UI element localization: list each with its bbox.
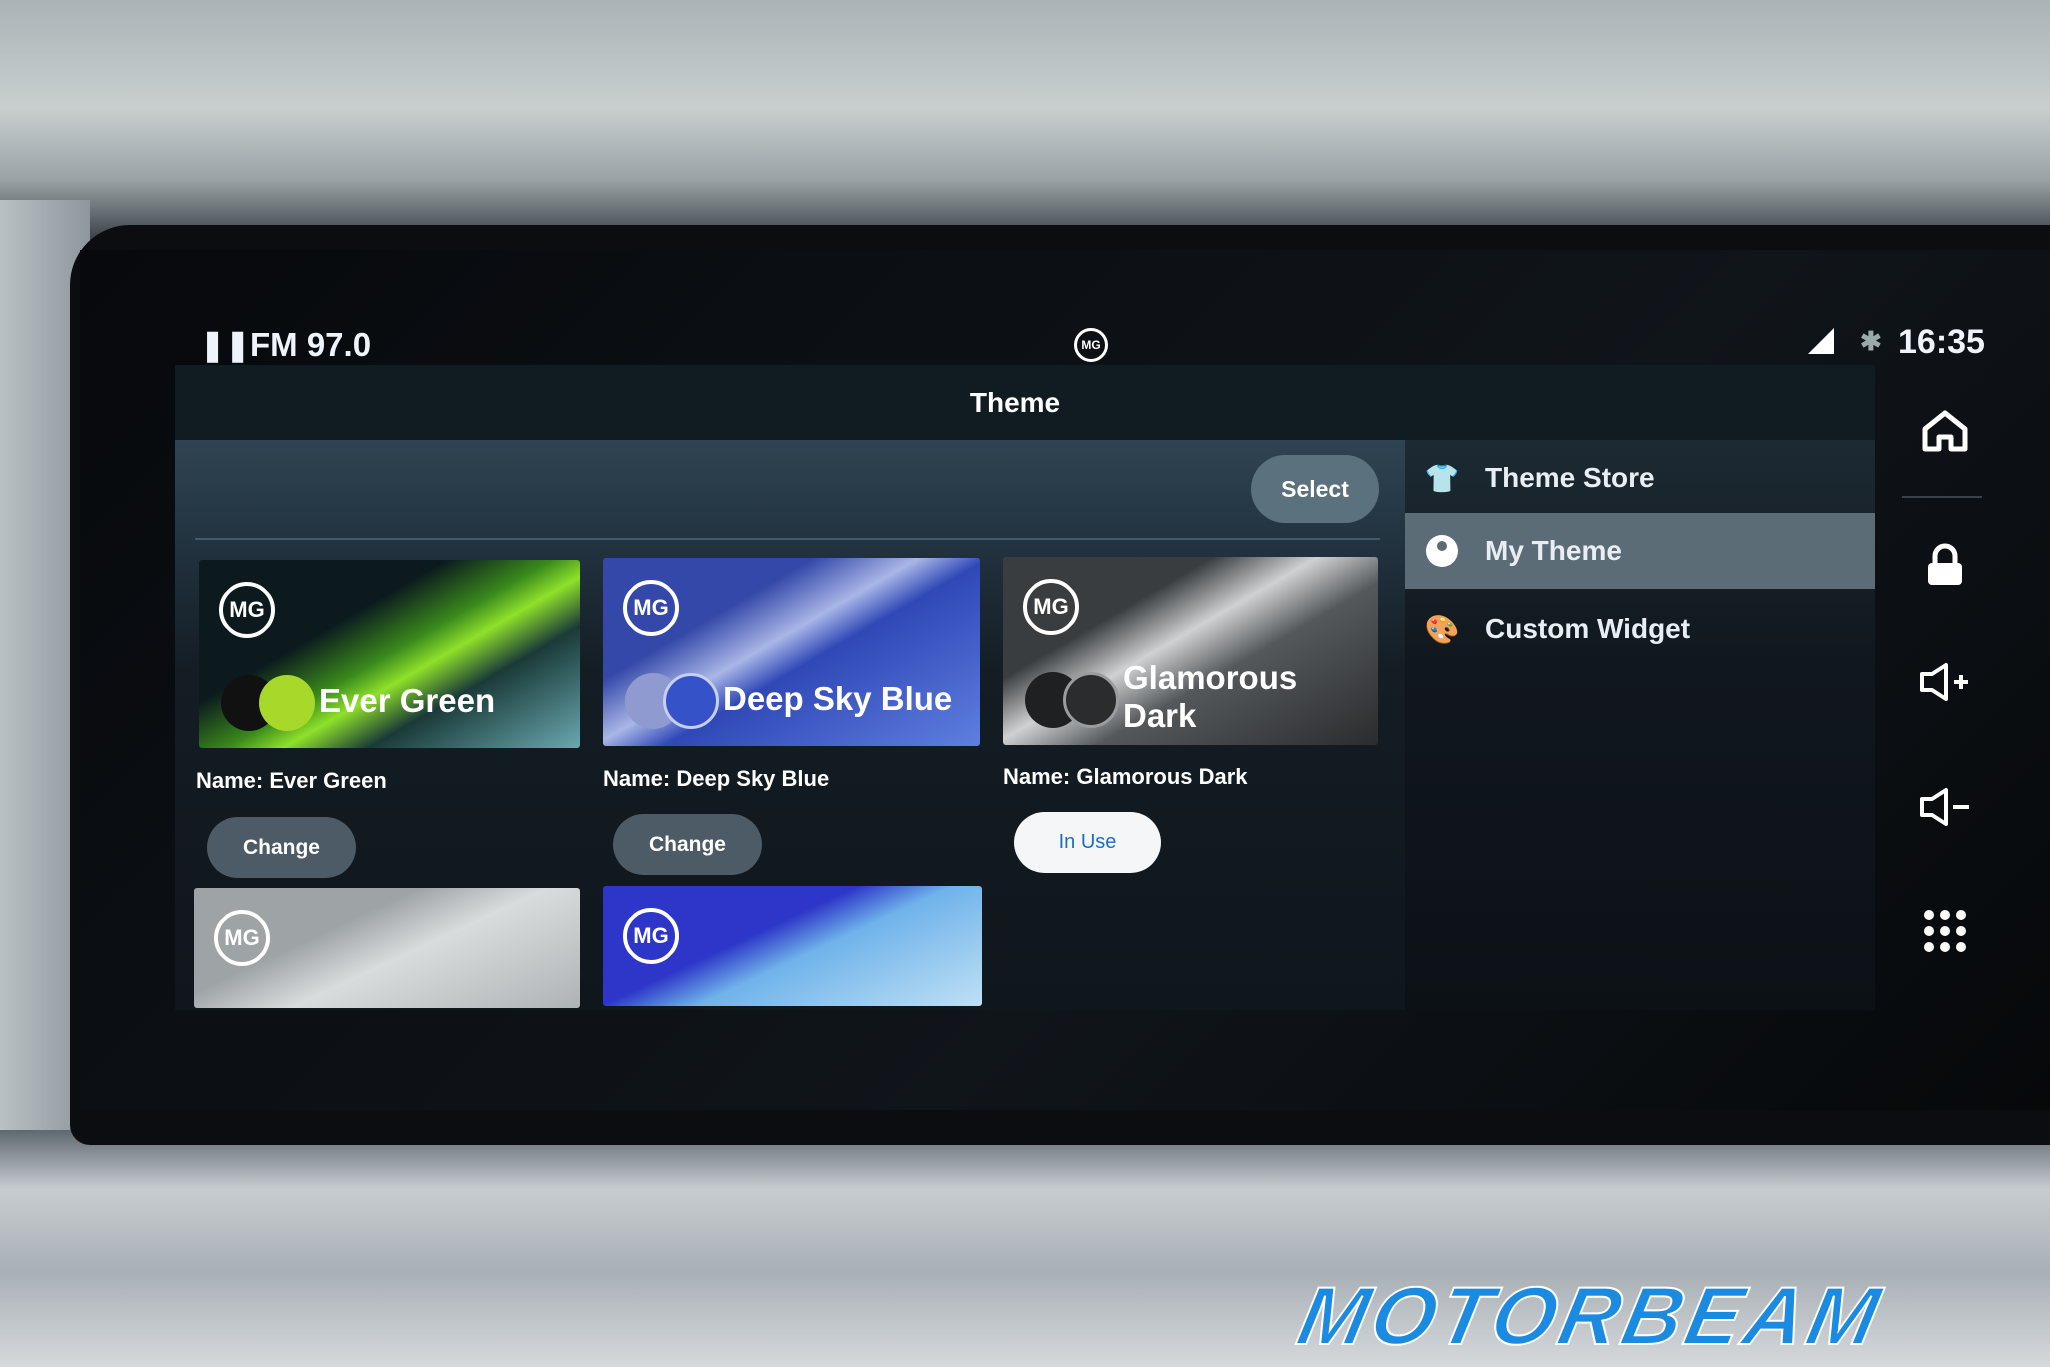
motorbeam-watermark: MOTORBEAM [1289, 1270, 1891, 1363]
user-circle-icon [1425, 534, 1459, 568]
menu-item-my-theme[interactable]: My Theme [1405, 513, 1875, 589]
theme-card-glamorous-dark[interactable]: MG Glamorous Dark [1003, 557, 1378, 745]
tshirt-icon: 👕 [1424, 462, 1460, 494]
clock: 16:35 [1898, 323, 1985, 361]
menu-item-custom-widget[interactable]: 🎨 Custom Widget [1405, 591, 1875, 667]
theme-card-title: Ever Green [319, 682, 496, 719]
lock-icon[interactable] [1915, 535, 1975, 595]
mg-logo: MG [623, 580, 679, 636]
palette-icon: 🎨 [1424, 613, 1460, 645]
side-menu: 👕 Theme Store My Theme 🎨 Custom Widget [1405, 440, 1875, 1010]
menu-item-label: Custom Widget [1485, 613, 1691, 644]
color-swatch [221, 675, 316, 731]
mg-logo: MG [623, 908, 679, 964]
bluetooth-icon: ✱ [1860, 326, 1882, 356]
system-rail [1890, 380, 2000, 1000]
menu-item-label: Theme Store [1485, 462, 1655, 493]
mg-logo: MG [1023, 579, 1079, 635]
mg-logo: MG [1074, 328, 1108, 362]
change-button[interactable]: Change [207, 817, 356, 878]
theme-name-label: Name: Glamorous Dark [1003, 764, 1248, 789]
mg-logo: MG [219, 582, 275, 638]
menu-item-theme-store[interactable]: 👕 Theme Store [1405, 440, 1875, 516]
page-title: Theme [175, 365, 1875, 440]
home-icon[interactable] [1915, 401, 1975, 461]
theme-card[interactable]: MG [603, 886, 982, 1006]
theme-name-label: Name: Ever Green [196, 768, 387, 793]
radio-station[interactable]: FM 97.0 [250, 326, 371, 364]
theme-card-title: Deep Sky Blue [723, 680, 953, 717]
select-button[interactable]: Select [1251, 455, 1379, 523]
divider [195, 538, 1380, 540]
change-button[interactable]: Change [613, 814, 762, 875]
pause-icon[interactable]: ❚❚ [200, 328, 250, 363]
theme-card-title: Glamorous Dark [1123, 659, 1298, 734]
volume-down-icon[interactable] [1915, 777, 1975, 837]
apps-grid-icon[interactable] [1915, 901, 1975, 961]
theme-card-deep-sky-blue[interactable]: MG Deep Sky Blue [603, 558, 980, 746]
mg-logo: MG [214, 910, 270, 966]
background-windshield [0, 0, 2050, 240]
rail-divider [1902, 496, 1982, 498]
in-use-button[interactable]: In Use [1014, 812, 1161, 873]
menu-item-label: My Theme [1485, 535, 1622, 566]
color-swatch [625, 673, 720, 729]
theme-card[interactable]: MG [194, 888, 580, 1008]
theme-name-label: Name: Deep Sky Blue [603, 766, 830, 791]
color-swatch [1025, 672, 1120, 728]
volume-up-icon[interactable] [1915, 652, 1975, 712]
theme-card-ever-green[interactable]: MG Ever Green [199, 560, 580, 748]
